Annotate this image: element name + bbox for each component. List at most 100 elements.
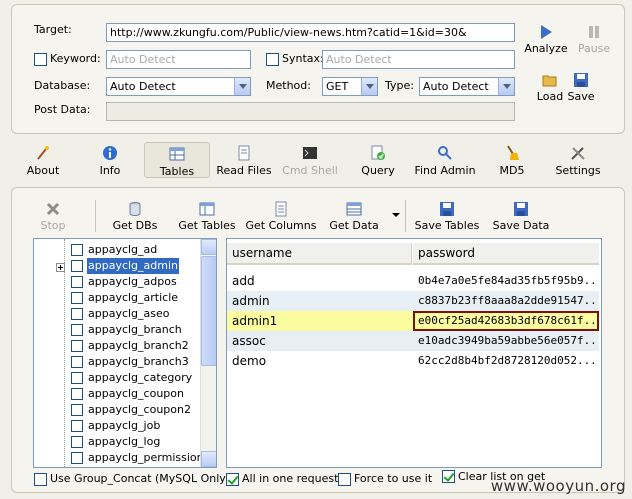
all-in-one-checkbox[interactable]: [226, 473, 239, 486]
get-columns-button[interactable]: Get Columns: [245, 201, 317, 232]
chevron-down-icon[interactable]: [361, 78, 377, 95]
nav-settings[interactable]: Settings: [552, 145, 604, 177]
cell-password[interactable]: e00cf25ad42683b3df678c61f...: [413, 311, 599, 331]
nav-info[interactable]: Info: [92, 145, 128, 177]
tree-item-checkbox[interactable]: [71, 260, 83, 272]
target-input[interactable]: http://www.zkungfu.com/Public/view-news.…: [106, 23, 515, 42]
tree-item[interactable]: appayclg_branch3: [34, 354, 202, 370]
tree-item[interactable]: appayclg_branch: [34, 322, 202, 338]
keyword-input[interactable]: Auto Detect: [106, 50, 251, 69]
table-row[interactable]: admin1 e00cf25ad42683b3df678c61f...: [227, 311, 599, 331]
tree-item[interactable]: appayclg_ad: [34, 242, 202, 258]
syntax-input[interactable]: Auto Detect: [322, 50, 515, 69]
get-dbs-button[interactable]: Get DBs: [110, 201, 160, 232]
syntax-checkbox[interactable]: [266, 53, 279, 66]
tree-item[interactable]: appayclg_adpos: [34, 274, 202, 290]
nav-find-admin[interactable]: Find Admin: [413, 145, 477, 177]
tree-item[interactable]: appayclg_job: [34, 418, 202, 434]
scroll-thumb[interactable]: [201, 256, 216, 366]
type-select[interactable]: Auto Detect: [419, 77, 515, 96]
cell-username: add: [232, 274, 255, 288]
table-row[interactable]: demo 62cc2d8b4bf2d8728120d052...: [227, 351, 599, 371]
method-label: Method:: [266, 79, 311, 92]
get-tables-button[interactable]: Get Tables: [175, 201, 239, 232]
tree-item[interactable]: appayclg_article: [34, 290, 202, 306]
folder-icon: [542, 75, 557, 87]
scroll-up-icon[interactable]: [201, 239, 216, 255]
tables-tree[interactable]: appayclg_ad appayclg_admin appayclg_adpo…: [33, 238, 217, 468]
tree-item-checkbox[interactable]: [71, 404, 83, 416]
nav-md5[interactable]: MD5: [497, 145, 527, 177]
tree-item[interactable]: appayclg_branch2: [34, 338, 202, 354]
save-tables-label: Save Tables: [414, 219, 480, 232]
tree-item[interactable]: appayclg_aseo: [34, 306, 202, 322]
save-button[interactable]: Save: [567, 72, 595, 103]
tree-item-checkbox[interactable]: [71, 292, 83, 304]
postdata-input[interactable]: [106, 102, 515, 121]
tree-scrollbar[interactable]: [200, 239, 216, 467]
tree-item-checkbox[interactable]: [71, 372, 83, 384]
nav-query[interactable]: Query: [360, 145, 396, 177]
chevron-down-icon[interactable]: [234, 78, 250, 95]
tree-item-checkbox[interactable]: [71, 340, 83, 352]
nav-read-files[interactable]: Read Files: [213, 145, 275, 177]
tools-icon: [571, 147, 585, 160]
tree-item-checkbox[interactable]: [71, 324, 83, 336]
column-header-username[interactable]: username: [227, 243, 412, 265]
terminal-icon: [303, 147, 317, 159]
nav-cmd-shell[interactable]: Cmd Shell: [282, 145, 338, 177]
tree-item-checkbox[interactable]: [71, 244, 83, 256]
get-columns-label: Get Columns: [245, 219, 317, 232]
get-tables-label: Get Tables: [178, 219, 236, 232]
scroll-down-icon[interactable]: [201, 451, 216, 467]
tree-item[interactable]: appayclg_coupon2: [34, 402, 202, 418]
clear-list-checkbox[interactable]: [442, 470, 455, 483]
tree-item-checkbox[interactable]: [71, 388, 83, 400]
tree-item[interactable]: appayclg_coupon: [34, 386, 202, 402]
get-data-dropdown[interactable]: [392, 213, 400, 217]
load-button[interactable]: Load: [535, 72, 565, 103]
save-tables-button[interactable]: Save Tables: [413, 201, 481, 232]
toolbar-divider: [405, 200, 406, 232]
database-select[interactable]: Auto Detect: [106, 77, 251, 96]
nav-info-label: Info: [99, 164, 121, 177]
tree-item-label: appayclg_ad: [88, 243, 158, 256]
nav-find-admin-label: Find Admin: [414, 164, 476, 177]
chevron-down-icon[interactable]: [498, 78, 514, 95]
nav-about[interactable]: About: [22, 145, 64, 177]
pause-label: Pause: [577, 42, 611, 55]
method-select-value: GET: [326, 80, 349, 93]
force-checkbox[interactable]: [338, 473, 351, 486]
tree-item[interactable]: appayclg_admin: [34, 258, 202, 274]
data-grid[interactable]: username password add 0b4e7a0e5fe84ad35fb…: [226, 238, 602, 468]
tree-item-checkbox[interactable]: [71, 452, 83, 464]
table-row[interactable]: assoc e10adc3949ba59abbe56e057f...: [227, 331, 599, 351]
tree-item[interactable]: appayclg_permission: [34, 450, 204, 466]
analyze-button[interactable]: Analyze: [524, 24, 568, 55]
stop-button[interactable]: Stop: [38, 201, 68, 232]
tree-item-checkbox[interactable]: [71, 420, 83, 432]
tree-item-checkbox[interactable]: [71, 276, 83, 288]
nav-settings-label: Settings: [555, 164, 601, 177]
pause-button[interactable]: Pause: [576, 24, 612, 55]
nav-about-label: About: [26, 164, 60, 177]
tree-item[interactable]: appayclg_log: [34, 434, 202, 450]
nav-md5-label: MD5: [499, 164, 525, 177]
cell-password: 62cc2d8b4bf2d8728120d052...: [418, 354, 597, 367]
database-select-value: Auto Detect: [110, 80, 176, 93]
get-data-button[interactable]: Get Data: [328, 201, 380, 232]
table-row[interactable]: add 0b4e7a0e5fe84ad35fb5f95b9...: [227, 271, 599, 291]
tree-item-checkbox[interactable]: [71, 436, 83, 448]
tree-item-checkbox[interactable]: [71, 356, 83, 368]
cell-password: e10adc3949ba59abbe56e057f...: [418, 334, 599, 347]
load-label: Load: [536, 90, 564, 103]
method-select[interactable]: GET: [322, 77, 378, 96]
tree-item[interactable]: appayclg_category: [34, 370, 202, 386]
keyword-checkbox[interactable]: [34, 53, 47, 66]
save-data-button[interactable]: Save Data: [492, 201, 550, 232]
nav-tables[interactable]: Tables: [144, 142, 210, 178]
group-concat-checkbox[interactable]: [34, 473, 47, 486]
tree-item-checkbox[interactable]: [71, 308, 83, 320]
table-row[interactable]: admin c8837b23ff8aaa8a2dde91547...: [227, 291, 599, 311]
column-header-password[interactable]: password: [413, 243, 599, 265]
